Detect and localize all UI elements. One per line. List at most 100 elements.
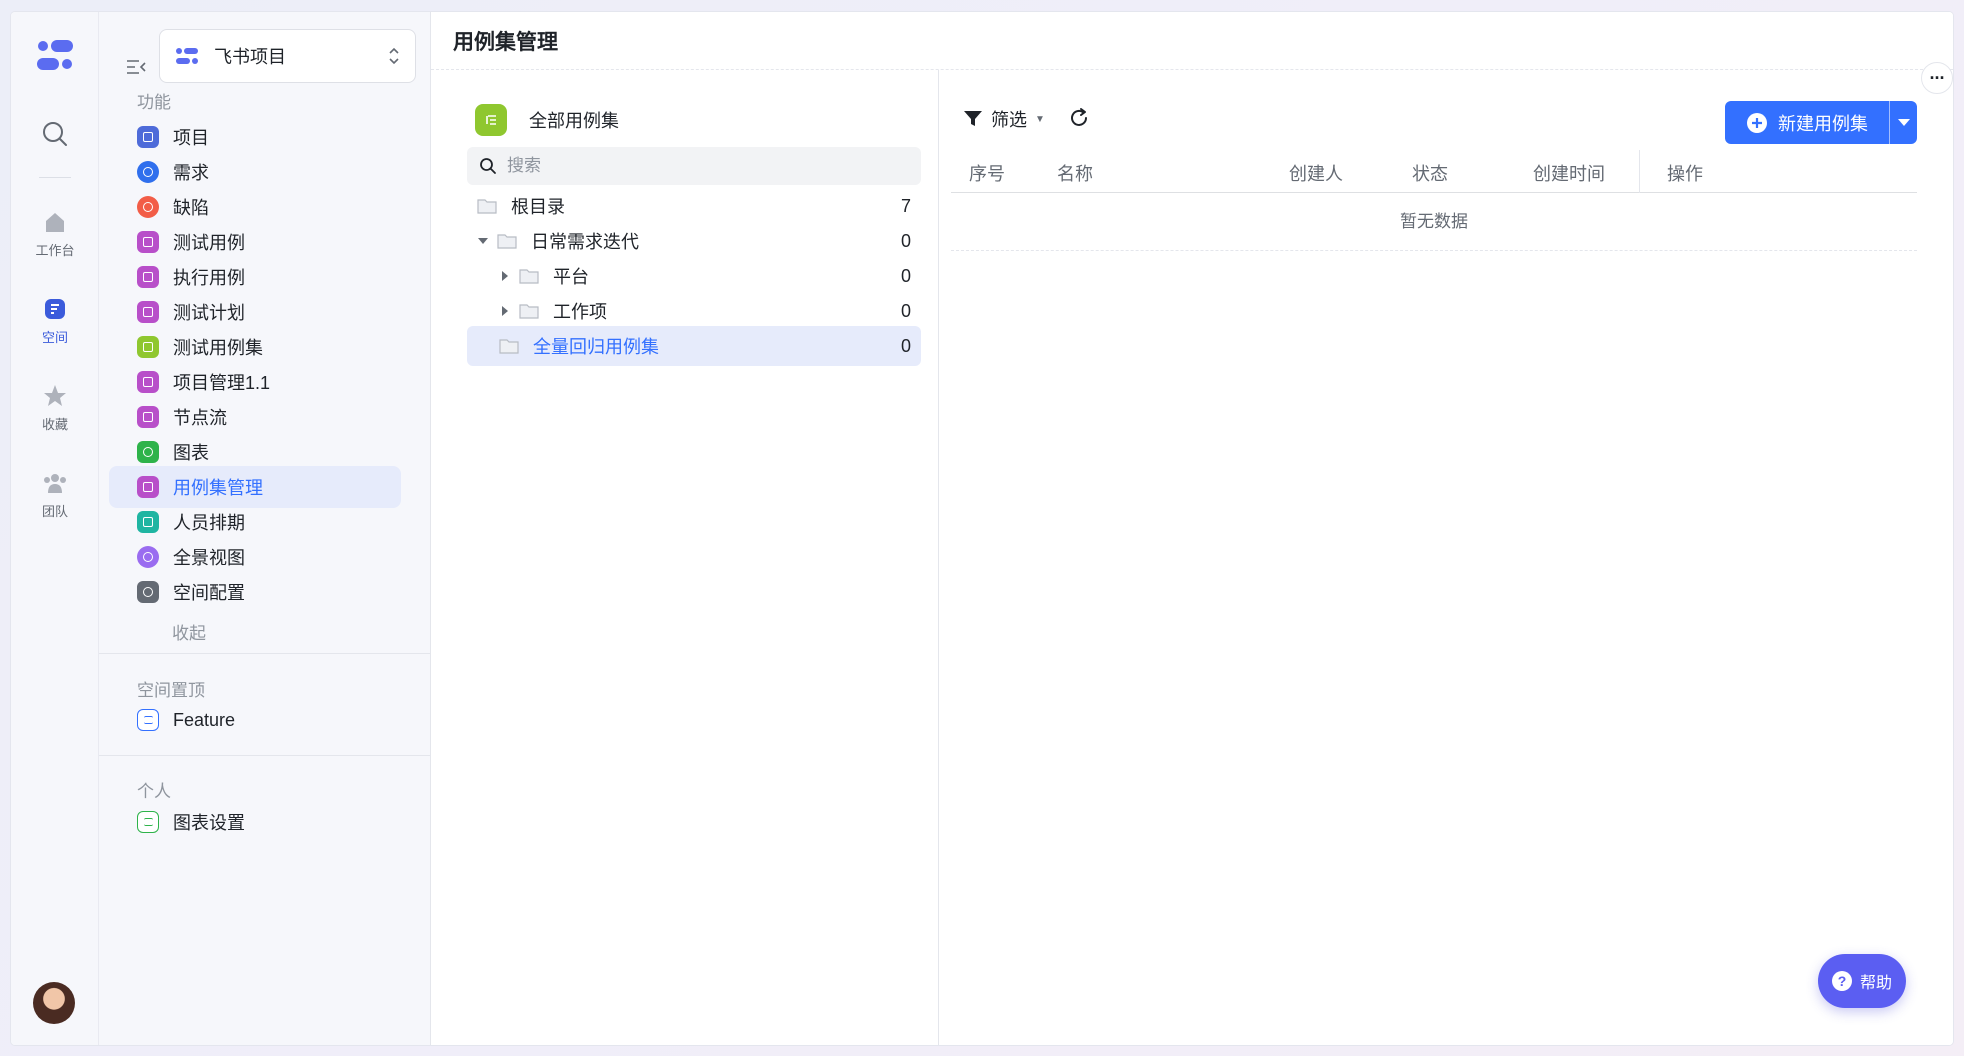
star-icon: [44, 385, 66, 406]
tree-row-label: 全量回归用例集: [533, 337, 659, 357]
sidebar-item-label: 测试用例集: [173, 338, 263, 358]
new-suite-button[interactable]: 新建用例集: [1725, 101, 1917, 144]
tree-row-label: 日常需求迭代: [531, 232, 639, 252]
filter-label: 筛选: [991, 110, 1027, 130]
sidebar-item-label: 测试用例: [173, 233, 245, 253]
compass-icon: [137, 546, 159, 568]
rail-divider: [39, 177, 71, 178]
new-suite-label: 新建用例集: [1778, 113, 1868, 134]
empty-state: 暂无数据: [951, 193, 1917, 251]
user-avatar[interactable]: [33, 982, 75, 1024]
sidebar-item-label: 测试计划: [173, 303, 245, 323]
global-rail: 工作台 空间 收藏 团队: [11, 12, 99, 1045]
caret-right-icon[interactable]: [499, 305, 511, 317]
home-icon: [46, 213, 64, 232]
bookmark-icon: [137, 231, 159, 253]
caret-right-icon[interactable]: [499, 270, 511, 282]
rail-item-favorites[interactable]: 收藏: [11, 382, 99, 434]
rail-item-workbench[interactable]: 工作台: [11, 208, 99, 260]
tree-row-label: 平台: [553, 267, 589, 287]
gear-icon: [137, 581, 159, 603]
folder-icon: [519, 269, 539, 284]
tree-row-root[interactable]: 根目录 7: [467, 186, 921, 226]
suite-tree-pane: 全部用例集 根目录 7 日常需求迭代 0: [431, 70, 939, 1045]
sidebar-item-space-settings[interactable]: 空间配置: [109, 571, 401, 613]
sidebar-item-label: 执行用例: [173, 268, 245, 288]
tree-row-daily[interactable]: 日常需求迭代 0: [467, 221, 921, 261]
requirement-icon: [137, 161, 159, 183]
sidebar-divider: [99, 653, 431, 654]
tree-row-label: 工作项: [553, 302, 607, 322]
tree-search[interactable]: [467, 147, 921, 185]
space-icon: [45, 299, 65, 319]
rail-label: 团队: [41, 504, 68, 519]
folder-icon: [497, 234, 517, 249]
section-title-personal: 个人: [137, 782, 171, 801]
collapse-link[interactable]: 收起: [172, 619, 206, 644]
chart-icon: [137, 441, 159, 463]
caret-down-icon[interactable]: [477, 235, 489, 247]
help-icon: ?: [1831, 971, 1852, 991]
tree-row-workitem[interactable]: 工作项 0: [467, 291, 921, 331]
rail-item-team[interactable]: 团队: [11, 469, 99, 521]
section-title-pinned: 空间置顶: [137, 681, 205, 700]
col-name: 名称: [1057, 164, 1093, 184]
sidebar-item-label: 需求: [173, 163, 209, 183]
page-title: 用例集管理: [453, 31, 558, 54]
project-logo-icon: [176, 48, 198, 64]
sidebar-item-label: 图表: [173, 443, 209, 463]
sidebar-item-label: 项目管理1.1: [173, 373, 271, 393]
project-name: 飞书项目: [214, 47, 286, 67]
refresh-icon[interactable]: [1067, 106, 1091, 130]
search-icon[interactable]: [40, 119, 70, 149]
bookmark-icon: [137, 371, 159, 393]
doc-icon: [137, 811, 159, 833]
doc-icon: [137, 709, 159, 731]
caret-down-icon: [1897, 118, 1910, 126]
rail-label: 收藏: [41, 417, 68, 432]
caret-down-icon: ▼: [1035, 113, 1045, 125]
bookmark-icon: [137, 301, 159, 323]
sidebar-item-label: 人员排期: [173, 513, 245, 533]
folder-icon: [499, 339, 519, 354]
suite-list-icon: [475, 104, 507, 136]
space-sidebar: 飞书项目 功能 项目 需求 缺陷 测试用例 执行用例 测试计划 测试用例集 项目…: [99, 12, 431, 1045]
project-selector[interactable]: 飞书项目: [159, 29, 416, 83]
all-suites-label: 全部用例集: [529, 111, 619, 131]
sidebar-item-label: 空间配置: [173, 583, 245, 603]
tree-row-platform[interactable]: 平台 0: [467, 256, 921, 296]
plus-circle-icon: [1747, 112, 1767, 133]
column-divider: [1639, 150, 1640, 193]
rail-label: 空间: [41, 330, 68, 345]
sidebar-item-label: 缺陷: [173, 198, 209, 218]
tree-row-count: 0: [900, 265, 911, 286]
section-title-features: 功能: [137, 93, 171, 112]
collapse-sidebar-icon[interactable]: [125, 56, 147, 78]
folder-icon: [137, 476, 159, 498]
rail-item-space[interactable]: 空间: [11, 295, 99, 347]
all-suites-header[interactable]: 全部用例集: [475, 104, 619, 136]
tree-row-label: 根目录: [511, 197, 565, 217]
sidebar-item-label: 用例集管理: [173, 478, 263, 498]
app-logo-icon[interactable]: [33, 36, 77, 76]
bookmark-icon: [137, 266, 159, 288]
new-suite-main[interactable]: 新建用例集: [1725, 101, 1889, 144]
sidebar-item-feature[interactable]: Feature: [109, 699, 401, 741]
sidebar-item-label: Feature: [173, 709, 236, 730]
team-icon: [44, 474, 66, 493]
list-icon: [137, 336, 159, 358]
tree-row-count: 7: [900, 195, 911, 216]
help-button[interactable]: ? 帮助: [1818, 954, 1906, 1008]
table-header: 序号 名称 创建人 状态 创建时间 操作: [951, 150, 1917, 193]
help-label: 帮助: [1859, 975, 1892, 992]
main-panel: 用例集管理 ··· 全部用例集 搜索 根目录 7 日常需求迭代 0 平台 0 工…: [431, 12, 1953, 1045]
col-created-at: 创建时间: [1533, 164, 1605, 184]
search-icon: [480, 158, 496, 174]
new-suite-dropdown[interactable]: [1889, 101, 1917, 144]
tree-row-regression[interactable]: 全量回归用例集 0: [467, 326, 921, 366]
sidebar-item-label: 节点流: [173, 408, 227, 428]
sidebar-item-chart-settings[interactable]: 图表设置: [109, 801, 401, 843]
search-input[interactable]: [507, 156, 887, 176]
filter-button[interactable]: 筛选 ▼: [963, 106, 1045, 132]
folder-icon: [477, 199, 497, 214]
